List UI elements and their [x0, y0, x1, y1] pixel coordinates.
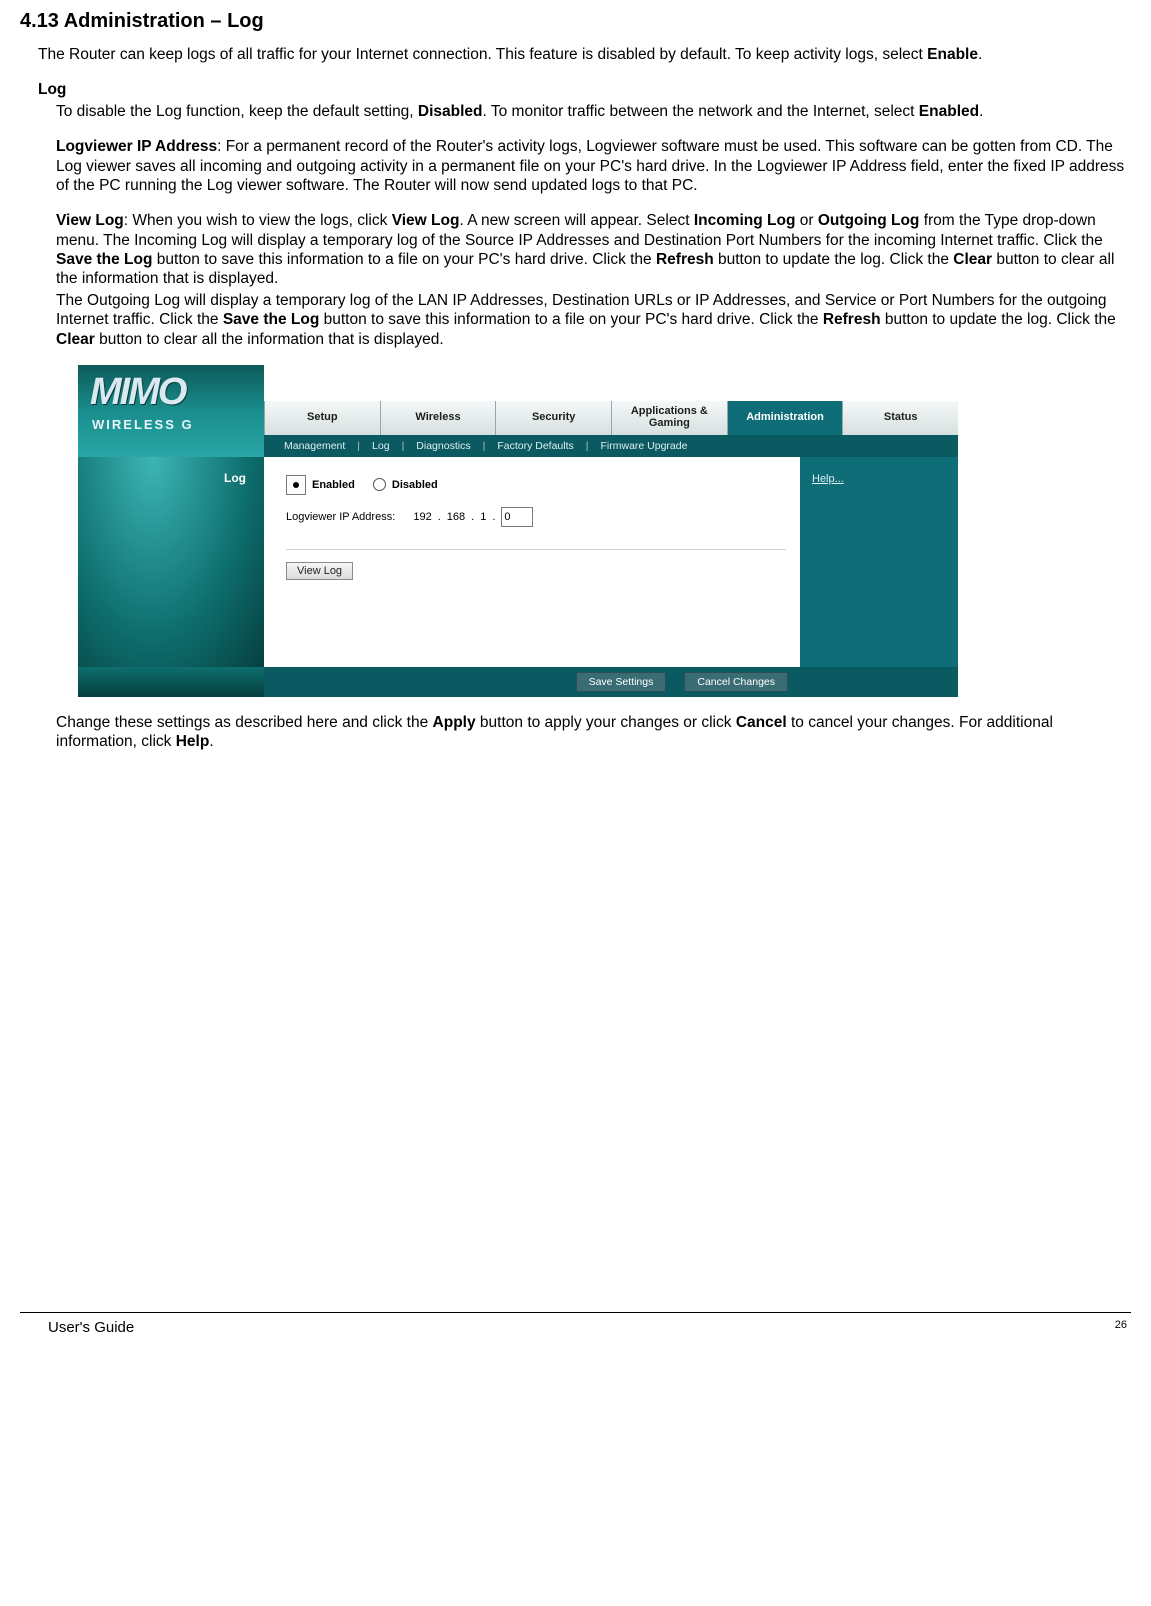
text: button to update the log. Click the	[881, 311, 1116, 328]
text: button to update the log. Click the	[714, 251, 954, 268]
text: .	[978, 46, 982, 63]
text-bold: Refresh	[656, 251, 714, 268]
ip-octet-3: 1	[480, 511, 486, 523]
tab-applications-gaming[interactable]: Applications & Gaming	[611, 401, 727, 435]
radio-enabled[interactable]	[286, 475, 306, 495]
tab-security[interactable]: Security	[495, 401, 611, 435]
text-bold: Outgoing Log	[818, 212, 920, 229]
subnav-management[interactable]: Management	[272, 440, 357, 452]
text: button to clear all the information that…	[95, 331, 444, 348]
text: Change these settings as described here …	[56, 714, 433, 731]
subnav-log[interactable]: Log	[360, 440, 402, 452]
ip-octet-4-input[interactable]	[501, 507, 533, 527]
intro-paragraph: The Router can keep logs of all traffic …	[38, 45, 1131, 64]
text-bold: Apply	[433, 714, 476, 731]
text-bold: View Log	[56, 212, 124, 229]
radio-enabled-label: Enabled	[312, 479, 355, 491]
main-tabs: Setup Wireless Security Applications & G…	[264, 401, 958, 435]
text: The Router can keep logs of all traffic …	[38, 46, 927, 63]
text: .	[979, 103, 983, 120]
text-bold: Logviewer IP Address	[56, 138, 217, 155]
router-logo: MIMO WIRELESS G	[78, 365, 264, 457]
text-bold: Incoming Log	[694, 212, 796, 229]
text-bold: Save the Log	[56, 251, 152, 268]
ip-octet-2: 168	[447, 511, 465, 523]
tab-administration[interactable]: Administration	[727, 401, 843, 435]
logo-text: MIMO	[90, 371, 185, 414]
text-bold: Clear	[953, 251, 992, 268]
text-bold: Enabled	[919, 103, 979, 120]
subnav-factory-defaults[interactable]: Factory Defaults	[485, 440, 585, 452]
ip-label: Logviewer IP Address:	[286, 511, 395, 523]
footer-guide-label: User's Guide	[48, 1319, 134, 1336]
tab-wireless[interactable]: Wireless	[380, 401, 496, 435]
text-bold: Clear	[56, 331, 95, 348]
help-panel: Help...	[800, 457, 958, 667]
text-bold: View Log	[392, 212, 460, 229]
text: . To monitor traffic between the network…	[483, 103, 919, 120]
radio-disabled[interactable]	[373, 478, 386, 491]
text: : When you wish to view the logs, click	[124, 212, 392, 229]
save-settings-button[interactable]: Save Settings	[576, 672, 667, 692]
text: .	[209, 733, 213, 750]
side-label-log: Log	[224, 471, 246, 485]
text-bold: Enable	[927, 46, 978, 63]
cancel-changes-button[interactable]: Cancel Changes	[684, 672, 788, 692]
page-footer: User's Guide 26	[20, 1312, 1131, 1352]
footer-page-number: 26	[1115, 1319, 1127, 1336]
subnav-firmware-upgrade[interactable]: Firmware Upgrade	[589, 440, 700, 452]
text: button to save this information to a fil…	[152, 251, 656, 268]
text: : For a permanent record of the Router's…	[56, 138, 1124, 194]
text: . A new screen will appear. Select	[459, 212, 693, 229]
log-disable-paragraph: To disable the Log function, keep the de…	[56, 102, 1131, 121]
sub-nav: Management| Log| Diagnostics| Factory De…	[264, 435, 958, 457]
closing-paragraph: Change these settings as described here …	[56, 713, 1131, 752]
logviewer-paragraph: Logviewer IP Address: For a permanent re…	[56, 137, 1131, 195]
text-bold: Help	[176, 733, 210, 750]
text-bold: Log	[38, 81, 66, 98]
radio-dot-icon	[293, 482, 299, 488]
tab-setup[interactable]: Setup	[264, 401, 380, 435]
viewlog-paragraph: View Log: When you wish to view the logs…	[56, 211, 1131, 289]
section-heading: 4.13 Administration – Log	[20, 10, 1131, 33]
text-bold: Save the Log	[223, 311, 319, 328]
logo-subtext: WIRELESS G	[92, 417, 194, 432]
text-bold: Disabled	[418, 103, 483, 120]
text: To disable the Log function, keep the de…	[56, 103, 418, 120]
help-link[interactable]: Help...	[812, 473, 844, 485]
tab-status[interactable]: Status	[842, 401, 958, 435]
footer-side	[78, 667, 264, 697]
view-log-button[interactable]: View Log	[286, 562, 353, 580]
divider	[286, 549, 786, 550]
log-subheading: Log	[38, 80, 1131, 99]
text: button to save this information to a fil…	[319, 311, 823, 328]
radio-disabled-label: Disabled	[392, 479, 438, 491]
ip-octet-1: 192	[413, 511, 431, 523]
router-admin-screenshot: MIMO WIRELESS G Setup Wireless Security …	[78, 365, 958, 697]
subnav-diagnostics[interactable]: Diagnostics	[404, 440, 482, 452]
footer-main: Save Settings Cancel Changes	[264, 667, 958, 697]
outgoing-paragraph: The Outgoing Log will display a temporar…	[56, 291, 1131, 349]
main-panel: Enabled Disabled Logviewer IP Address: 1…	[264, 457, 800, 667]
text-bold: Refresh	[823, 311, 881, 328]
side-panel: Log	[78, 457, 264, 667]
text-bold: Cancel	[736, 714, 787, 731]
text: or	[795, 212, 817, 229]
text: button to apply your changes or click	[476, 714, 736, 731]
